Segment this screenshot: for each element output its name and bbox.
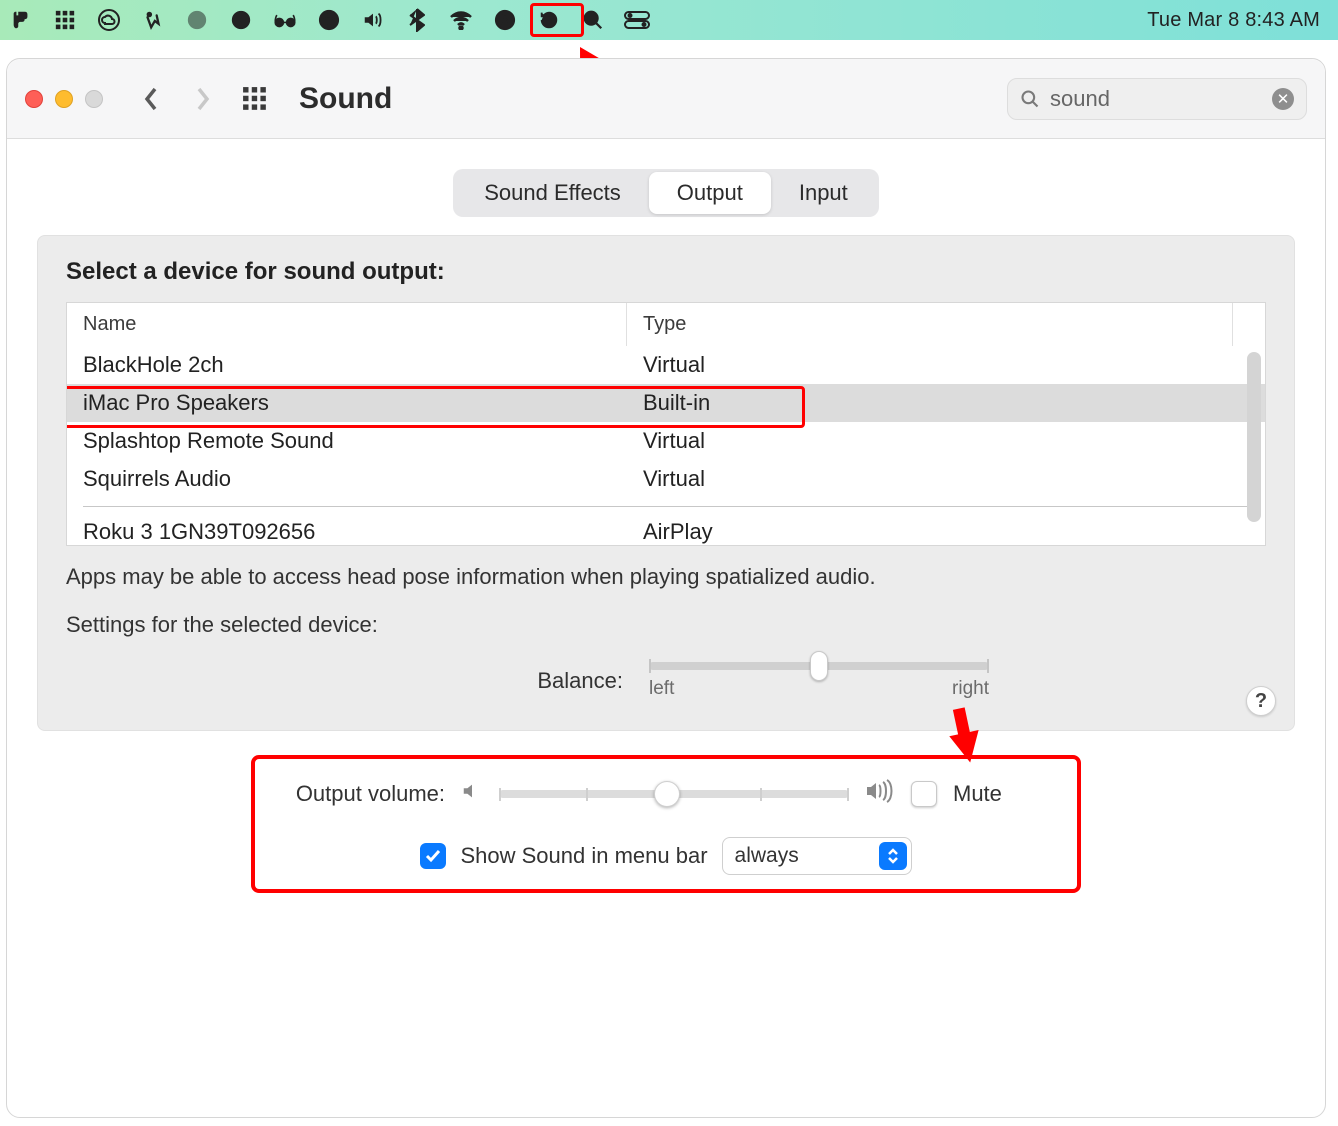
show-in-menubar-row: Show Sound in menu bar always [275,837,1057,875]
tab-output[interactable]: Output [649,172,771,214]
device-table: Name Type BlackHole 2ch Virtual iMac Pro… [66,302,1266,546]
table-header: Name Type [66,302,1266,346]
table-row[interactable]: Squirrels Audio Virtual [67,460,1265,498]
wifi-icon[interactable] [448,7,474,33]
forward-button[interactable] [185,81,221,117]
close-button[interactable] [25,90,43,108]
spotlight-icon[interactable] [580,7,606,33]
glasses-icon[interactable] [272,7,298,33]
preferences-window: Sound sound ✕ Sound Effects Output Input… [6,58,1326,1118]
table-body[interactable]: BlackHole 2ch Virtual iMac Pro Speakers … [66,346,1266,546]
search-icon [1020,89,1040,109]
col-type[interactable]: Type [627,303,1233,346]
search-value: sound [1050,86,1110,112]
col-name[interactable]: Name [67,303,627,346]
window-traffic-lights [25,90,103,108]
mute-label: Mute [953,781,1002,807]
splashtop-icon[interactable] [140,7,166,33]
volume-slider-knob[interactable] [654,781,680,807]
back-button[interactable] [133,81,169,117]
bluetooth-icon[interactable] [404,7,430,33]
tab-input[interactable]: Input [771,172,876,214]
volume-section: Output volume: Mute Show Sound in menu b… [251,755,1081,893]
evernote-icon[interactable] [8,7,34,33]
sound-tabs: Sound Effects Output Input [453,169,879,217]
output-select-label: Select a device for sound output: [38,258,1294,302]
creative-cloud-icon[interactable] [96,7,122,33]
table-row[interactable]: Roku 3 1GN39T092656 AirPlay [67,513,1265,546]
balance-slider-knob[interactable] [810,651,828,681]
balance-control: Balance: left right [38,662,1294,700]
search-field[interactable]: sound ✕ [1007,78,1307,120]
window-titlebar: Sound sound ✕ [7,59,1325,139]
table-row[interactable]: Splashtop Remote Sound Virtual [67,422,1265,460]
output-panel: Select a device for sound output: Name T… [37,235,1295,731]
clear-search-button[interactable]: ✕ [1272,88,1294,110]
panel-body: Sound Effects Output Input Select a devi… [7,139,1325,1117]
show-all-button[interactable] [237,81,273,117]
timemachine-icon[interactable] [536,7,562,33]
mute-checkbox[interactable] [911,781,937,807]
table-separator [83,506,1249,507]
balance-right-label: right [952,678,989,700]
keychain-icon[interactable] [228,7,254,33]
macos-menubar: Tue Mar 8 8:43 AM [0,0,1338,40]
balance-label: Balance: [343,668,623,694]
zoom-button[interactable] [85,90,103,108]
tab-sound-effects[interactable]: Sound Effects [456,172,649,214]
menubar-datetime[interactable]: Tue Mar 8 8:43 AM [1147,9,1330,32]
balance-slider[interactable] [649,662,989,670]
window-title: Sound [299,82,392,116]
show-in-menubar-label: Show Sound in menu bar [460,843,707,869]
control-center-icon[interactable] [624,7,650,33]
app-grid-icon[interactable] [52,7,78,33]
minimize-button[interactable] [55,90,73,108]
volume-min-icon [461,780,483,808]
accessibility-icon[interactable] [316,7,342,33]
table-row[interactable]: BlackHole 2ch Virtual [67,346,1265,384]
sound-icon[interactable] [360,7,386,33]
target-icon[interactable] [184,7,210,33]
balance-left-label: left [649,678,674,700]
col-spacer [1233,303,1265,346]
select-stepper-icon [879,842,907,870]
settings-label: Settings for the selected device: [38,612,1294,662]
table-row[interactable]: iMac Pro Speakers Built-in [67,384,1265,422]
show-in-menubar-select[interactable]: always [722,837,912,875]
spatial-audio-note: Apps may be able to access head pose inf… [38,546,1294,612]
output-volume-row: Output volume: Mute [275,779,1057,809]
output-volume-slider[interactable] [499,790,849,798]
volume-max-icon [865,779,895,809]
show-in-menubar-checkbox[interactable] [420,843,446,869]
help-button[interactable]: ? [1246,686,1276,716]
output-volume-label: Output volume: [275,781,445,807]
user-icon[interactable] [492,7,518,33]
scrollbar[interactable] [1247,352,1261,522]
